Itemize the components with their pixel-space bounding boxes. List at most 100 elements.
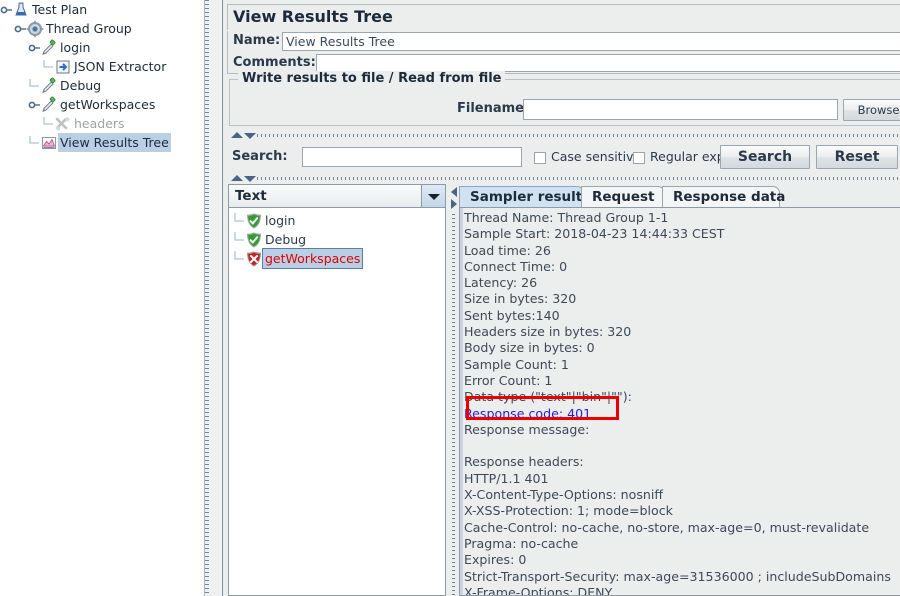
sampler-result-line: Sample Start: 2018-04-23 14:44:33 CEST bbox=[464, 226, 725, 242]
results-area: Text login Debug getWorkspaces Sampler res… bbox=[227, 184, 900, 596]
search-toolbar: Search: Case sensitive Regular exp. Sear… bbox=[227, 143, 900, 171]
filename-input[interactable] bbox=[523, 99, 838, 120]
tree-expand-handle[interactable] bbox=[0, 1, 12, 19]
sampler-result-line: Pragma: no-cache bbox=[464, 535, 579, 551]
tab-request[interactable]: Request bbox=[581, 186, 665, 208]
tree-item-login[interactable]: login bbox=[0, 38, 204, 57]
sampler-result-body[interactable]: Thread Name: Thread Group 1-1 Sample Star… bbox=[459, 207, 900, 596]
tree-expand-handle[interactable] bbox=[14, 20, 26, 38]
sampler-result-line bbox=[464, 438, 900, 454]
name-row: Name: View Results Tree bbox=[227, 31, 900, 52]
tree-leaf-connector bbox=[42, 58, 54, 76]
sampler-result-line: Sent bytes:140 bbox=[464, 307, 560, 323]
result-item-getworkspaces[interactable]: getWorkspaces bbox=[229, 248, 445, 269]
tree-leaf-connector bbox=[233, 212, 245, 230]
result-item-debug[interactable]: Debug bbox=[229, 230, 445, 249]
sampler-result-line: Cache-Control: no-cache, no-store, max-a… bbox=[464, 519, 870, 535]
name-input[interactable]: View Results Tree bbox=[282, 32, 900, 51]
tab-sampler-result[interactable]: Sampler result bbox=[459, 186, 584, 208]
result-item-label: Debug bbox=[265, 232, 307, 247]
thread-group-icon bbox=[26, 20, 44, 38]
result-item-label: getWorkspaces bbox=[261, 248, 364, 269]
split-grip-2 bbox=[257, 177, 900, 180]
regular-exp-label: Regular exp. bbox=[650, 149, 729, 164]
page-title: View Results Tree bbox=[227, 4, 900, 30]
chevron-down-icon[interactable] bbox=[421, 185, 445, 207]
results-split-grip bbox=[452, 214, 455, 596]
tree-leaf-connector bbox=[233, 250, 245, 268]
sampler-result-line: Thread Name: Thread Group 1-1 bbox=[464, 210, 669, 225]
sampler-result-line: Size in bytes: 320 bbox=[464, 291, 577, 307]
collapse-left-icon[interactable] bbox=[451, 187, 457, 197]
tab-response-data[interactable]: Response data bbox=[662, 186, 785, 208]
split-divider-middle[interactable] bbox=[227, 174, 900, 183]
case-sensitive-checkbox[interactable] bbox=[534, 152, 546, 164]
view-results-tree-icon bbox=[40, 134, 58, 152]
element-editor-panel: View Results Tree Name: View Results Tre… bbox=[222, 0, 900, 596]
success-shield-icon bbox=[245, 231, 263, 249]
test-plan-icon bbox=[12, 1, 30, 19]
comments-input[interactable] bbox=[316, 54, 900, 72]
sampler-result-line: Body size in bytes: 0 bbox=[464, 340, 595, 356]
sampler-result-line: Expires: 0 bbox=[464, 552, 527, 568]
tree-expand-handle[interactable] bbox=[28, 39, 40, 57]
collapse-up-icon[interactable] bbox=[231, 132, 243, 138]
case-sensitive-label: Case sensitive bbox=[551, 149, 642, 164]
render-format-dropdown[interactable]: Text bbox=[228, 184, 446, 208]
collapse-down-icon-2[interactable] bbox=[244, 176, 256, 182]
tree-leaf-connector bbox=[28, 77, 40, 95]
collapse-up-icon-2[interactable] bbox=[231, 175, 243, 181]
tree-leaf-connector bbox=[28, 134, 40, 152]
results-split-divider[interactable] bbox=[449, 184, 459, 596]
search-input[interactable] bbox=[302, 147, 522, 167]
tree-item-view-results-tree[interactable]: View Results Tree bbox=[0, 133, 204, 152]
sampler-result-text: Thread Name: Thread Group 1-1 Sample Star… bbox=[464, 210, 900, 595]
tree-item-test-plan[interactable]: Test Plan bbox=[0, 0, 204, 19]
success-shield-icon bbox=[245, 212, 263, 230]
tree-item-json-extractor[interactable]: JSON Extractor bbox=[0, 57, 204, 76]
tree-item-debug[interactable]: Debug bbox=[0, 76, 204, 95]
tree-item-getworkspaces[interactable]: getWorkspaces bbox=[0, 95, 204, 114]
render-format-value: Text bbox=[235, 188, 267, 204]
body-left-gutter bbox=[460, 208, 463, 595]
tree-item-label: Test Plan bbox=[32, 2, 88, 17]
split-divider-top[interactable] bbox=[227, 131, 900, 140]
tree-item-label: View Results Tree bbox=[58, 133, 171, 152]
json-extractor-icon bbox=[54, 58, 72, 76]
tree-item-label: Thread Group bbox=[46, 21, 132, 36]
tree-item-label: headers bbox=[74, 116, 125, 131]
collapse-down-icon[interactable] bbox=[244, 133, 256, 139]
sampler-result-line: Data type ("text"|"bin"|""): bbox=[464, 389, 632, 405]
sampler-result-line: Error Count: 1 bbox=[464, 372, 553, 388]
http-sampler-icon bbox=[40, 96, 58, 114]
reset-button[interactable]: Reset bbox=[816, 145, 898, 169]
http-sampler-icon bbox=[40, 77, 58, 95]
sampler-result-line: Response message: bbox=[464, 421, 590, 437]
sampler-result-line: Headers size in bytes: 320 bbox=[464, 324, 632, 340]
sampler-result-line: Response code: 401 bbox=[464, 405, 592, 421]
sampler-result-line: Strict-Transport-Security: max-age=31536… bbox=[464, 568, 891, 584]
sampler-result-line: X-Content-Type-Options: nosniff bbox=[464, 487, 664, 503]
collapse-right-icon[interactable] bbox=[451, 199, 457, 209]
header-manager-icon bbox=[54, 115, 72, 133]
result-item-login[interactable]: login bbox=[229, 211, 445, 230]
result-detail: Sampler result Request Response data Threa… bbox=[459, 184, 900, 596]
browse-button[interactable]: Browse... bbox=[843, 99, 900, 121]
test-plan-tree[interactable]: Test Plan Thread Group login JSON Extractor… bbox=[0, 0, 204, 596]
tree-item-headers[interactable]: headers bbox=[0, 114, 204, 133]
search-button[interactable]: Search bbox=[720, 145, 810, 169]
sampler-result-line: Latency: 26 bbox=[464, 275, 538, 291]
results-list[interactable]: login Debug getWorkspaces bbox=[228, 208, 446, 596]
split-grip bbox=[257, 134, 900, 137]
regular-exp-checkbox[interactable] bbox=[633, 152, 645, 164]
tree-expand-handle[interactable] bbox=[28, 96, 40, 114]
sampler-result-line: Sample Count: 1 bbox=[464, 356, 569, 372]
tree-item-label: JSON Extractor bbox=[74, 59, 167, 74]
tree-item-thread-group[interactable]: Thread Group bbox=[0, 19, 204, 38]
main-split-divider[interactable] bbox=[204, 0, 222, 596]
jmeter-window: Test Plan Thread Group login JSON Extractor… bbox=[0, 0, 900, 596]
